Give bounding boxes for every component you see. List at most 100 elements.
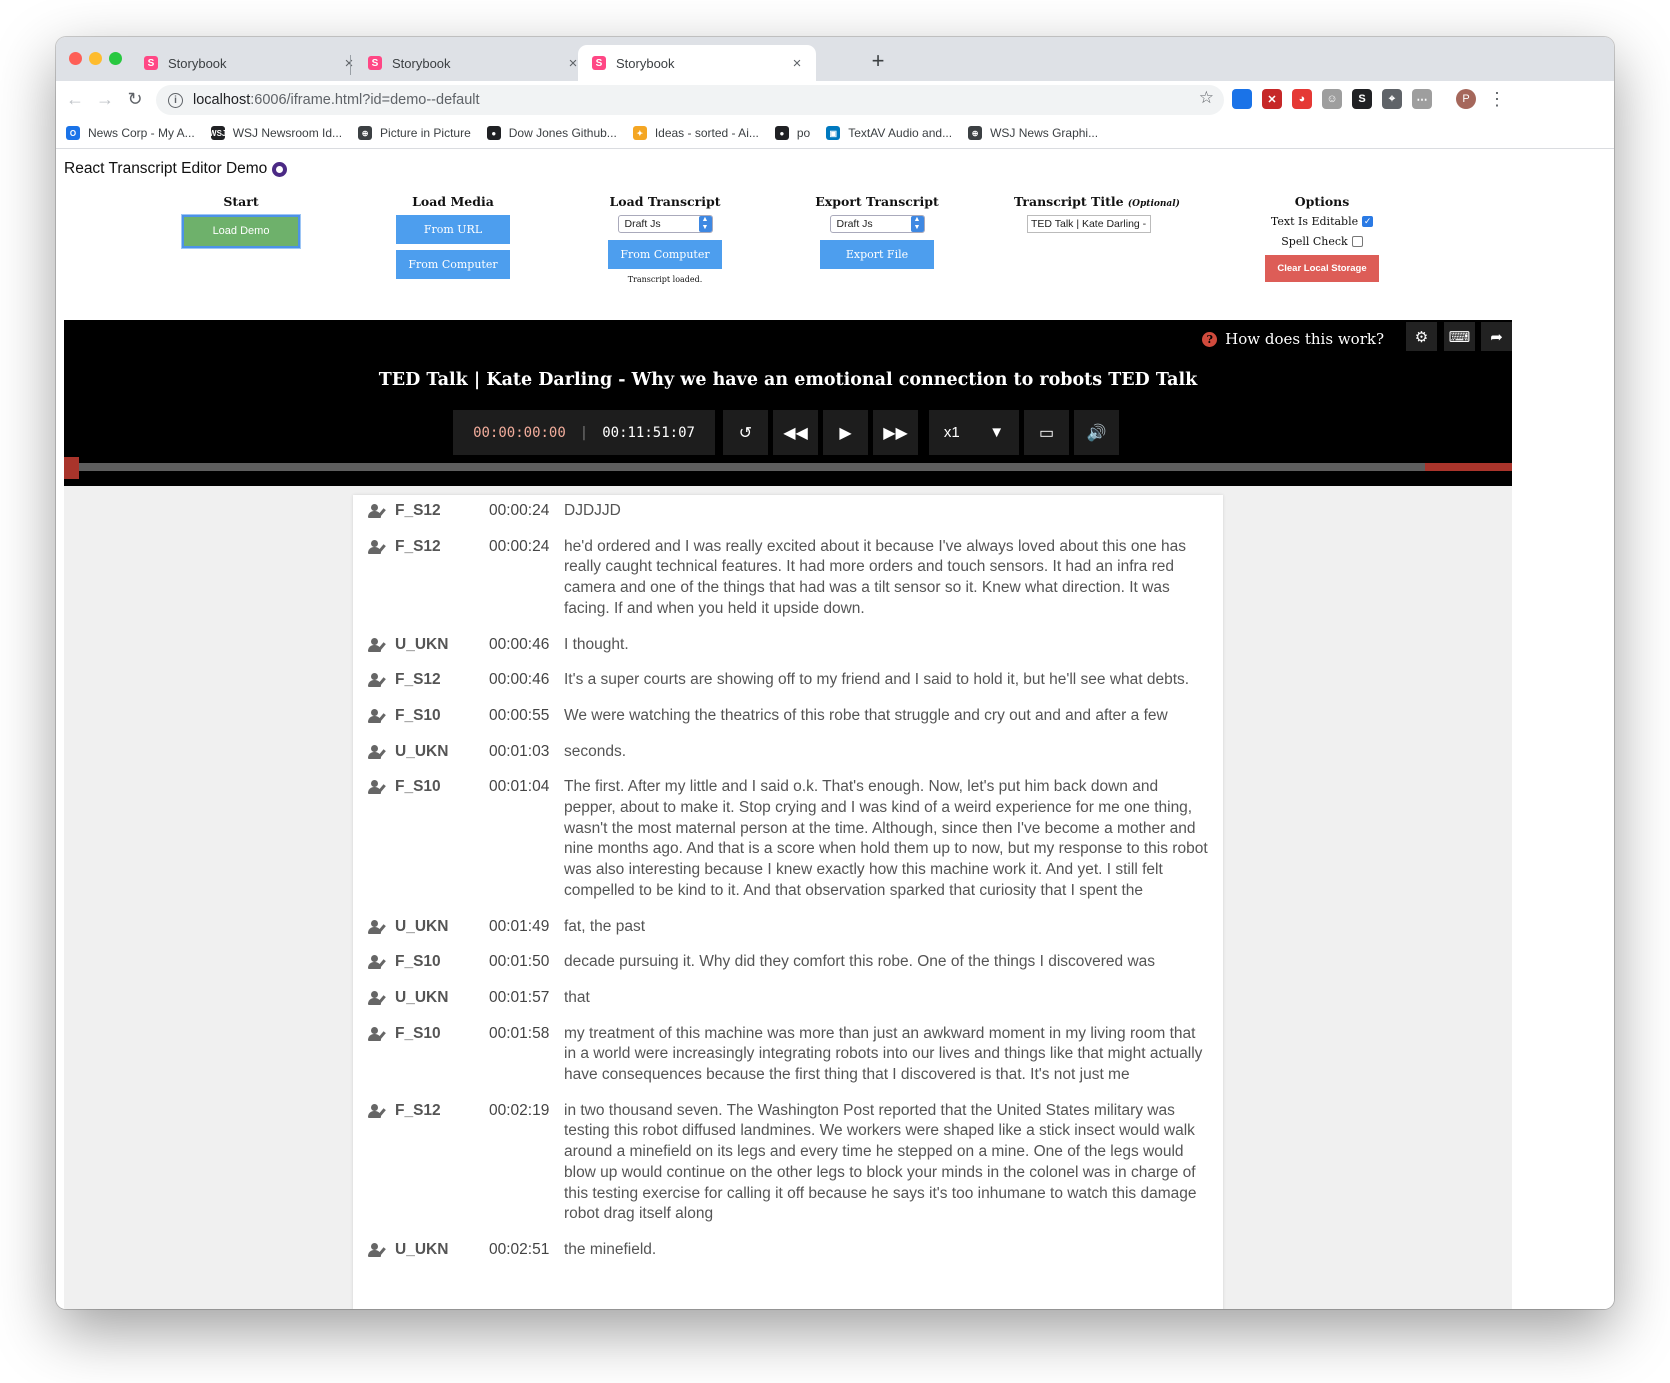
paragraph-timecode[interactable]: 00:01:04 <box>489 777 564 901</box>
paragraph-timecode[interactable]: 00:01:50 <box>489 952 564 973</box>
playback-rate-select[interactable]: x1 ▼ <box>929 410 1019 455</box>
progress-scrubber-handle[interactable] <box>64 457 79 479</box>
progress-bar[interactable] <box>64 457 1512 486</box>
browser-tab[interactable]: S Storybook × <box>354 45 592 81</box>
edit-speaker-icon[interactable] <box>368 1242 387 1257</box>
load-transcript-format-select[interactable]: Draft Js ▲ ▼ <box>617 215 713 233</box>
speaker-label[interactable]: U_UKN <box>368 917 489 938</box>
bookmark-item[interactable]: ✦ Ideas - sorted - Ai... <box>632 126 759 140</box>
speaker-label[interactable]: U_UKN <box>368 988 489 1009</box>
paragraph-text[interactable]: in two thousand seven. The Washington Po… <box>564 1101 1208 1225</box>
edit-speaker-icon[interactable] <box>368 504 387 518</box>
fast-forward-icon[interactable]: ▶▶ <box>873 410 918 455</box>
volume-icon[interactable]: 🔊 <box>1074 410 1119 455</box>
speaker-label[interactable]: F_S12 <box>368 670 489 691</box>
edit-speaker-icon[interactable] <box>368 637 387 652</box>
speaker-label[interactable]: F_S12 <box>368 1101 489 1225</box>
edit-speaker-icon[interactable] <box>368 708 387 723</box>
speaker-label[interactable]: F_S10 <box>368 952 489 973</box>
bookmark-item[interactable]: ▣ TextAV Audio and... <box>826 126 952 140</box>
paragraph-text[interactable]: that <box>564 988 1208 1009</box>
progress-track[interactable] <box>78 463 1512 471</box>
paragraph-text[interactable]: he'd ordered and I was really excited ab… <box>564 537 1208 620</box>
rewind-icon[interactable]: ◀◀ <box>773 410 818 455</box>
load-transcript-from-computer-button[interactable]: From Computer <box>608 240 722 269</box>
text-editable-checkbox[interactable]: ✓ <box>1362 216 1374 227</box>
bookmark-star-icon[interactable]: ☆ <box>1199 88 1214 108</box>
transcript-title-input[interactable]: TED Talk | Kate Darling - <box>1027 215 1151 233</box>
bookmark-item[interactable]: O News Corp - My A... <box>66 126 195 140</box>
forward-arrow-icon[interactable]: → <box>92 86 118 112</box>
edit-speaker-icon[interactable] <box>368 780 387 795</box>
minimize-window-button[interactable] <box>89 52 102 65</box>
paragraph-timecode[interactable]: 00:00:46 <box>489 670 564 691</box>
paragraph-timecode[interactable]: 00:00:24 <box>489 537 564 620</box>
bookmark-item[interactable]: ⊕ WSJ News Graphi... <box>968 126 1098 140</box>
transcript-editor[interactable]: F_S12 00:00:24 DJDJJD F_S12 00:00:24 he'd ord… <box>353 495 1223 1309</box>
load-media-from-url-button[interactable]: From URL <box>396 215 510 244</box>
profile-avatar[interactable]: P <box>1456 89 1476 109</box>
paragraph-text[interactable]: I thought. <box>564 635 1208 656</box>
paragraph-timecode[interactable]: 00:01:58 <box>489 1024 564 1086</box>
browser-tab[interactable]: S Storybook × <box>130 45 368 81</box>
paragraph-timecode[interactable]: 00:01:49 <box>489 917 564 938</box>
edit-speaker-icon[interactable] <box>368 919 387 934</box>
paragraph-text[interactable]: fat, the past <box>564 917 1208 938</box>
edit-speaker-icon[interactable] <box>368 955 387 970</box>
edit-speaker-icon[interactable] <box>368 990 387 1005</box>
settings-gear-icon[interactable]: ⚙ <box>1406 322 1437 351</box>
paragraph-text[interactable]: my treatment of this machine was more th… <box>564 1024 1208 1086</box>
speaker-label[interactable]: U_UKN <box>368 1240 489 1261</box>
back-arrow-icon[interactable]: ← <box>62 86 88 112</box>
share-arrow-icon[interactable]: ➦ <box>1481 322 1512 351</box>
bookmark-item[interactable]: ⊕ Picture in Picture <box>358 126 471 140</box>
pin-extension-icon[interactable]: ⌖ <box>1382 89 1402 109</box>
export-file-button[interactable]: Export File <box>820 240 934 269</box>
info-icon[interactable]: i <box>168 92 183 108</box>
current-timecode[interactable]: 00:00:00:00 <box>473 425 566 441</box>
paragraph-timecode[interactable]: 00:02:19 <box>489 1101 564 1225</box>
spell-check-checkbox[interactable] <box>1351 236 1363 247</box>
edit-speaker-icon[interactable] <box>368 744 387 759</box>
speaker-label[interactable]: F_S12 <box>368 501 489 522</box>
speaker-label[interactable]: F_S10 <box>368 1024 489 1086</box>
browser-tab-active[interactable]: S Storybook × <box>578 45 816 81</box>
speaker-label[interactable]: F_S10 <box>368 777 489 901</box>
picture-in-picture-icon[interactable]: ▭ <box>1024 410 1069 455</box>
text-editable-option[interactable]: Text Is Editable ✓ <box>1252 215 1392 228</box>
paragraph-timecode[interactable]: 00:00:46 <box>489 635 564 656</box>
load-demo-button[interactable]: Load Demo <box>182 215 300 248</box>
edit-speaker-icon[interactable] <box>368 1026 387 1041</box>
speaker-label[interactable]: F_S10 <box>368 706 489 727</box>
close-tab-icon[interactable]: × <box>788 55 806 72</box>
new-tab-icon[interactable]: + <box>864 47 892 75</box>
chart-extension-icon[interactable]: ◕ <box>1292 89 1312 109</box>
bookmark-item[interactable]: ● Dow Jones Github... <box>486 126 617 140</box>
spell-check-option[interactable]: Spell Check <box>1252 235 1392 248</box>
edit-speaker-icon[interactable] <box>368 673 387 688</box>
dollar-extension-icon[interactable]: S <box>1352 89 1372 109</box>
replay-icon[interactable]: ↺ <box>723 410 768 455</box>
help-link[interactable]: ? How does this work? <box>1202 330 1384 348</box>
bookmark-item[interactable]: WSJ WSJ Newsroom Id... <box>209 126 342 140</box>
ring-extension-icon[interactable] <box>1232 89 1252 109</box>
paragraph-text[interactable]: seconds. <box>564 742 1208 763</box>
paragraph-timecode[interactable]: 00:02:51 <box>489 1240 564 1261</box>
paragraph-timecode[interactable]: 00:00:24 <box>489 501 564 522</box>
address-bar[interactable]: i localhost:6006/iframe.html?id=demo--de… <box>156 85 1224 115</box>
speaker-label[interactable]: U_UKN <box>368 635 489 656</box>
paragraph-timecode[interactable]: 00:01:03 <box>489 742 564 763</box>
load-media-from-computer-button[interactable]: From Computer <box>396 250 510 279</box>
code-extension-icon[interactable]: ⋯ <box>1412 89 1432 109</box>
paragraph-text[interactable]: the minefield. <box>564 1240 1208 1261</box>
github-icon[interactable] <box>272 161 288 177</box>
zoom-window-button[interactable] <box>109 52 122 65</box>
paragraph-timecode[interactable]: 00:00:55 <box>489 706 564 727</box>
paragraph-text[interactable]: We were watching the theatrics of this r… <box>564 706 1208 727</box>
paragraph-text[interactable]: The first. After my little and I said o.… <box>564 777 1208 901</box>
reload-icon[interactable]: ↻ <box>122 86 148 112</box>
puzzle-extension-icon[interactable]: ✕ <box>1262 89 1282 109</box>
close-window-button[interactable] <box>69 52 82 65</box>
edit-speaker-icon[interactable] <box>368 1103 387 1118</box>
bookmark-item[interactable]: ● po <box>774 126 810 140</box>
